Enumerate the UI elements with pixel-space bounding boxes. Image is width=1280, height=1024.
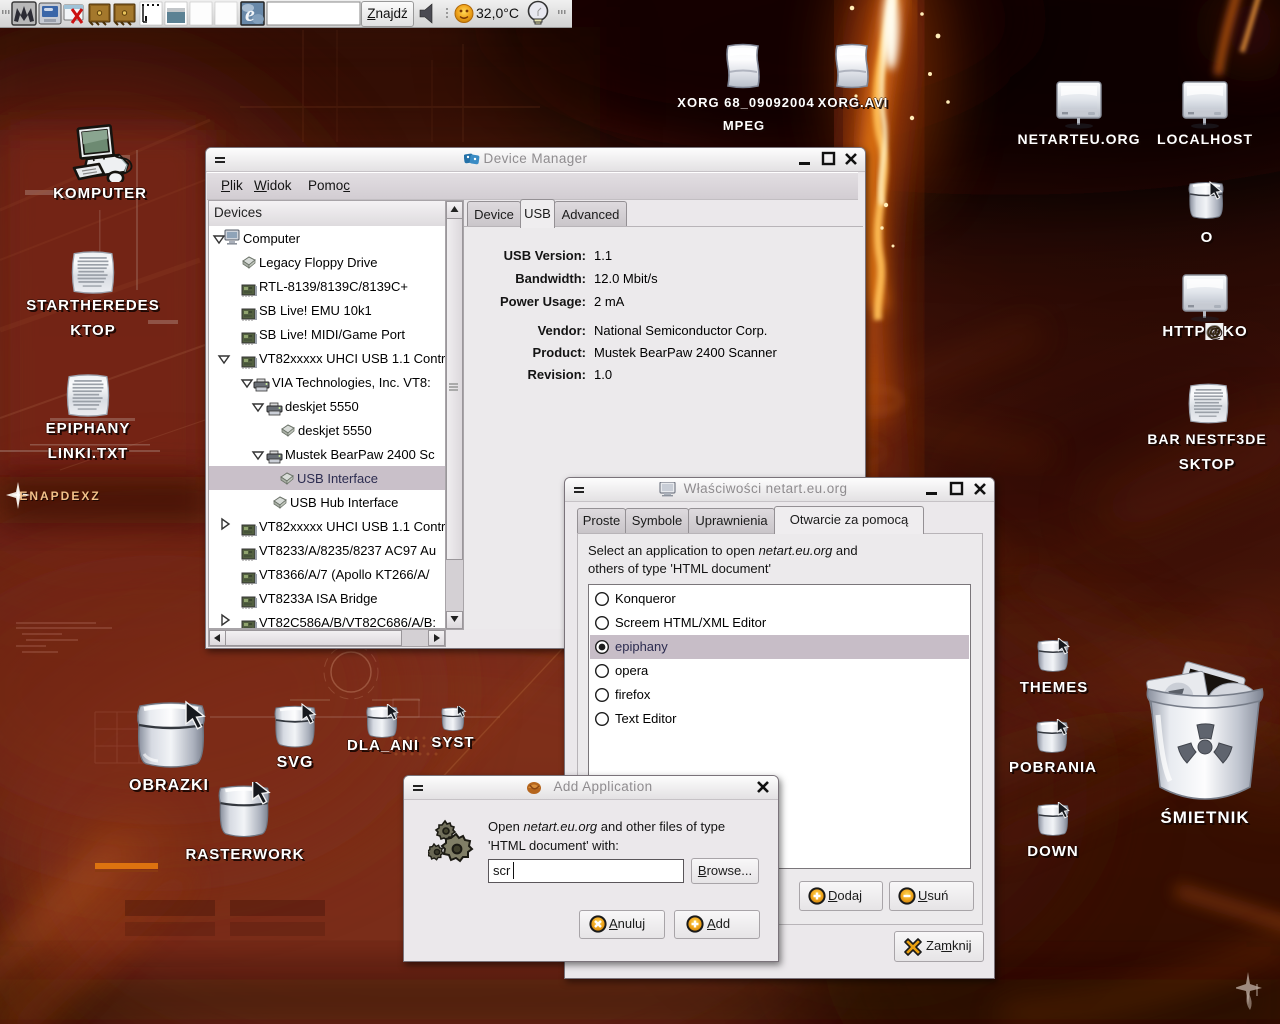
svg-text:e: e	[245, 1, 255, 26]
